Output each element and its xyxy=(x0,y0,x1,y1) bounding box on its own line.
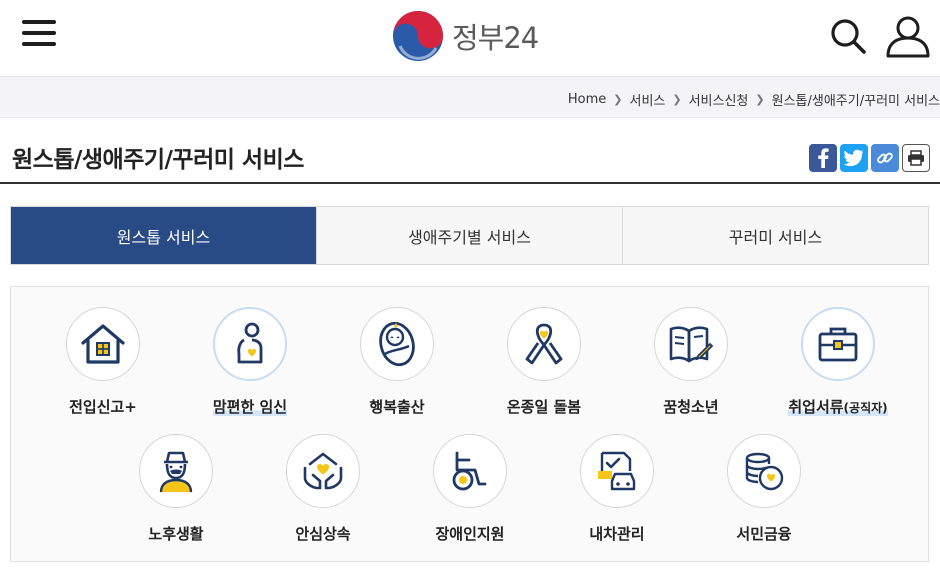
service-label: 장애인지원 xyxy=(435,525,505,543)
service-care[interactable]: 온종일 돌봄 xyxy=(474,307,614,417)
ribbon-icon xyxy=(507,307,581,381)
service-pregnancy[interactable]: 맘편한 임신 xyxy=(180,307,320,417)
house-icon xyxy=(66,307,140,381)
breadcrumb: Home ❯ 서비스 ❯ 서비스신청 ❯ 원스톱/생애주기/꾸러미 서비스 xyxy=(568,90,940,109)
service-label: 노후생활 xyxy=(148,525,204,543)
hamburger-icon[interactable] xyxy=(22,20,58,52)
page-title: 원스톱/생애주기/꾸러미 서비스 xyxy=(12,147,304,173)
user-icon[interactable] xyxy=(884,14,932,58)
elder-icon xyxy=(139,434,213,508)
service-label: 온종일 돌봄 xyxy=(506,398,582,416)
service-label: 내차관리 xyxy=(589,525,645,543)
coins-icon xyxy=(727,434,801,508)
service-retirement[interactable]: 노후생활 xyxy=(106,434,246,544)
service-label: 안심상속 xyxy=(295,525,351,543)
search-icon[interactable] xyxy=(828,16,868,56)
tab-package[interactable]: 꾸러미 서비스 xyxy=(623,207,928,264)
twitter-icon[interactable] xyxy=(840,144,868,172)
service-label: 행복출산 xyxy=(369,398,425,416)
site-logo[interactable]: 정부24 xyxy=(392,10,539,62)
service-vehicle[interactable]: 내차관리 xyxy=(547,434,687,544)
service-label: 전입신고+ xyxy=(69,398,137,416)
taegeuk-logo-icon xyxy=(393,11,443,61)
book-pen-icon xyxy=(654,307,728,381)
pregnancy-icon xyxy=(213,307,287,381)
service-finance[interactable]: 서민금융 xyxy=(694,434,834,544)
service-label: 취업서류 xyxy=(788,398,844,416)
logo-text: 정부24 xyxy=(452,21,539,55)
print-icon[interactable] xyxy=(902,144,930,172)
tab-onestop[interactable]: 원스톱 서비스 xyxy=(11,207,317,264)
service-move-in[interactable]: 전입신고+ xyxy=(33,307,173,417)
tab-lifecycle[interactable]: 생애주기별 서비스 xyxy=(317,207,623,264)
hands-heart-icon xyxy=(286,434,360,508)
car-document-icon xyxy=(580,434,654,508)
site-header: 정부24 xyxy=(0,0,940,76)
baby-icon xyxy=(360,307,434,381)
facebook-icon[interactable] xyxy=(809,144,837,172)
service-label-note: (공직자) xyxy=(843,401,888,415)
service-label: 서민금융 xyxy=(736,525,792,543)
service-inheritance[interactable]: 안심상속 xyxy=(253,434,393,544)
service-tabs: 원스톱 서비스 생애주기별 서비스 꾸러미 서비스 xyxy=(10,206,929,265)
chevron-right-icon: ❯ xyxy=(613,93,623,106)
service-label: 꿈청소년 xyxy=(663,398,719,416)
share-toolbar xyxy=(809,144,930,172)
chevron-right-icon: ❯ xyxy=(672,93,682,106)
chevron-right-icon: ❯ xyxy=(755,93,765,106)
title-row: 원스톱/생애주기/꾸러미 서비스 xyxy=(0,118,940,184)
wheelchair-icon xyxy=(433,434,507,508)
link-icon[interactable] xyxy=(871,144,899,172)
service-birth[interactable]: 행복출산 xyxy=(327,307,467,417)
breadcrumb-service[interactable]: 서비스 xyxy=(629,90,665,109)
service-label: 맘편한 임신 xyxy=(212,398,288,416)
breadcrumb-bar: Home ❯ 서비스 ❯ 서비스신청 ❯ 원스톱/생애주기/꾸러미 서비스 xyxy=(0,76,940,118)
breadcrumb-current[interactable]: 원스톱/생애주기/꾸러미 서비스 xyxy=(772,90,940,109)
breadcrumb-home[interactable]: Home xyxy=(568,92,606,107)
service-grid: 전입신고+ 맘편한 임신 행복출산 온종일 돌봄 꿈청소년 취업서류(공직자) … xyxy=(10,286,929,562)
service-employment-docs[interactable]: 취업서류(공직자) xyxy=(768,307,908,417)
service-disability[interactable]: 장애인지원 xyxy=(400,434,540,544)
breadcrumb-service-apply[interactable]: 서비스신청 xyxy=(689,90,749,109)
service-youth[interactable]: 꿈청소년 xyxy=(621,307,761,417)
briefcase-icon xyxy=(801,307,875,381)
